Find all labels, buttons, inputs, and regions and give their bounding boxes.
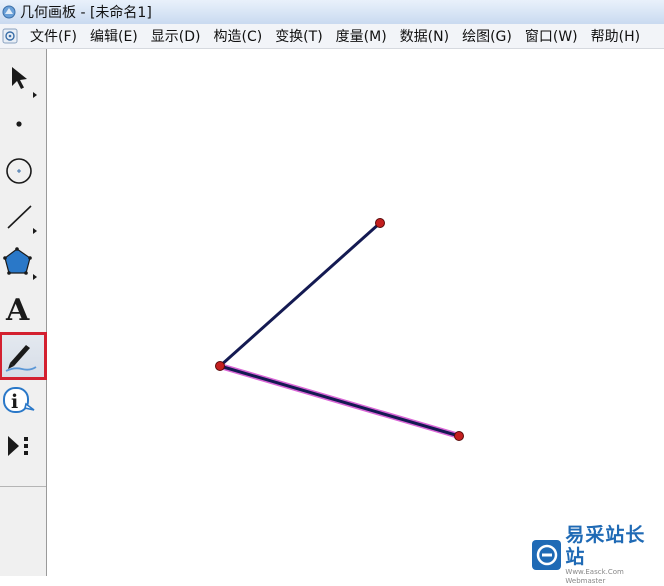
menu-construct[interactable]: 构造(C) <box>207 26 269 46</box>
segment-ac[interactable] <box>219 364 460 438</box>
tool-custom[interactable] <box>0 425 46 469</box>
point-b[interactable] <box>375 218 385 228</box>
tool-text[interactable]: A <box>0 287 46 331</box>
info-tool-glyph: i <box>11 391 18 413</box>
brand-name: 易采站长站 <box>565 524 646 568</box>
compass-tool-icon <box>6 158 32 184</box>
tool-marker[interactable] <box>0 332 47 380</box>
text-tool-icon: A <box>5 293 30 328</box>
toolbox: A i <box>0 49 47 576</box>
menu-display[interactable]: 显示(D) <box>145 26 208 46</box>
text-tool-glyph: A <box>5 293 30 328</box>
tool-selection-arrow[interactable] <box>0 57 46 101</box>
point-c[interactable] <box>454 431 464 441</box>
tool-compass[interactable] <box>0 149 46 193</box>
watermark: 易采站长站 Www.Easck.Com Webmaster <box>526 524 664 585</box>
tool-straightedge[interactable] <box>0 195 46 239</box>
menu-transform[interactable]: 变换(T) <box>269 26 329 46</box>
geometry-sketch[interactable] <box>47 49 664 576</box>
title-bar: 几何画板 - [未命名1] <box>0 0 664 24</box>
menu-edit[interactable]: 编辑(E) <box>84 26 145 46</box>
brand-text: 易采站长站 Www.Easck.Com Webmaster <box>565 524 664 586</box>
menu-graph[interactable]: 绘图(G) <box>456 26 519 46</box>
brand-logo-icon <box>532 540 562 570</box>
menu-number[interactable]: 数据(N) <box>394 26 456 46</box>
marker-pen-icon <box>5 345 37 372</box>
segment-ab[interactable] <box>219 221 381 368</box>
document-icon[interactable] <box>2 28 18 44</box>
brand-url: Www.Easck.Com Webmaster <box>565 568 624 585</box>
tool-information[interactable]: i <box>0 380 46 424</box>
app-logo-icon <box>2 5 16 19</box>
line-tool-icon <box>7 205 37 234</box>
toolbox-divider <box>0 486 46 487</box>
point-a[interactable] <box>215 361 225 371</box>
polygon-tool-icon <box>3 247 37 280</box>
tool-polygon[interactable] <box>0 241 46 285</box>
info-tool-icon: i <box>3 387 35 413</box>
point-tool-icon <box>16 121 22 127</box>
arrow-select-icon <box>12 67 37 98</box>
menu-bar: 文件(F) 编辑(E) 显示(D) 构造(C) 变换(T) 度量(M) 数据(N… <box>0 24 664 49</box>
sketch-canvas[interactable] <box>47 49 664 576</box>
tool-point[interactable] <box>0 103 46 147</box>
window-title: 几何画板 - [未命名1] <box>20 5 152 21</box>
menu-measure[interactable]: 度量(M) <box>330 26 394 46</box>
custom-tool-icon <box>8 436 28 456</box>
menu-help[interactable]: 帮助(H) <box>585 26 647 46</box>
menu-window[interactable]: 窗口(W) <box>519 26 585 46</box>
menu-file[interactable]: 文件(F) <box>24 26 84 46</box>
